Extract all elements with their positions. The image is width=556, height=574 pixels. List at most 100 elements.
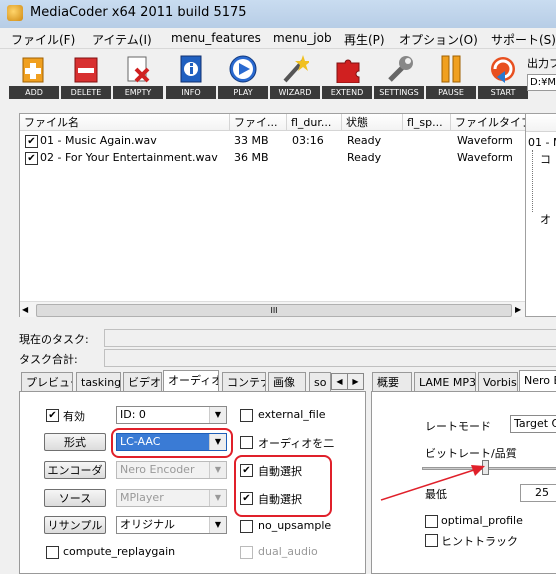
menu-play[interactable]: 再生(P) [344, 31, 385, 48]
external-file-checkbox[interactable] [240, 409, 253, 422]
tab-container[interactable]: コンテナ [222, 372, 266, 391]
row-filetype: Waveform [457, 134, 513, 147]
column-filetype[interactable]: ファイルタイプ [451, 114, 526, 131]
menu-item[interactable]: アイテム(I) [92, 31, 152, 48]
menu-job[interactable]: menu_job [273, 31, 332, 45]
auto-select-label-1: 自動選択 [258, 465, 302, 478]
tab-preview[interactable]: プレビュー [21, 372, 73, 391]
resample-button[interactable]: リサンプル [44, 516, 106, 534]
tab-image[interactable]: 画像 [268, 372, 306, 391]
tree-item[interactable]: 01 - M [528, 136, 556, 149]
auto-select-checkbox-2[interactable]: ✔ [240, 492, 253, 505]
encoder-value: Nero Encoder [120, 463, 195, 476]
tab-vorbis[interactable]: Vorbis [478, 372, 518, 391]
info-icon [180, 55, 202, 83]
add-button[interactable]: ADD [9, 51, 59, 99]
rate-mode-label: レートモード [425, 420, 491, 433]
play-button[interactable]: PLAY [218, 51, 268, 99]
menu-file[interactable]: ファイル(F) [11, 31, 75, 48]
column-state[interactable]: 状態 [342, 114, 403, 131]
tab-scroll-right-icon[interactable]: ▶ [347, 373, 364, 390]
output-folder-label: 出力フ [527, 57, 556, 70]
pause-button[interactable]: PAUSE [426, 51, 476, 99]
info-button[interactable]: INFO [166, 51, 216, 99]
external-file-label: external_file [258, 408, 326, 421]
tab-so[interactable]: so [309, 372, 331, 391]
tab-video[interactable]: ビデオ [123, 372, 162, 391]
dual-audio-checkbox[interactable] [240, 546, 253, 559]
encoder-select[interactable]: Nero Encoder ▼ [116, 461, 227, 479]
auto-select-label-2: 自動選択 [258, 493, 302, 506]
wizard-icon [283, 55, 309, 83]
resample-value: オリジナル [120, 518, 175, 531]
resample-select[interactable]: オリジナル ▼ [116, 516, 227, 534]
menu-support[interactable]: サポート(S) [491, 31, 556, 48]
table-row[interactable]: ✔ 01 - Music Again.wav 33 MB 03:16 Ready… [20, 132, 526, 149]
hint-track-checkbox[interactable] [425, 534, 438, 547]
optimal-profile-checkbox[interactable] [425, 515, 438, 528]
empty-icon [127, 56, 150, 83]
audio-id-select[interactable]: ID: 0 ▼ [116, 406, 227, 424]
title-bar: MediaCoder x64 2011 build 5175 [0, 0, 556, 28]
chevron-down-icon[interactable]: ▼ [209, 517, 226, 533]
audio-only-checkbox[interactable] [240, 436, 253, 449]
encoder-button[interactable]: エンコーダ [44, 461, 106, 479]
dual-audio-label: dual_audio [258, 545, 318, 558]
file-list[interactable]: ファイル名 ファイ... fl_dur... 状態 fl_sp... ファイルタ… [19, 113, 527, 317]
row-filetype: Waveform [457, 151, 513, 164]
total-task-label: タスク合計: [19, 353, 78, 366]
row-checkbox[interactable]: ✔ [25, 135, 38, 148]
start-label: START [490, 88, 516, 97]
format-button[interactable]: 形式 [44, 433, 106, 451]
property-tree[interactable]: 01 - M コ オ [525, 113, 556, 317]
menu-features[interactable]: menu_features [171, 31, 261, 45]
column-speed[interactable]: fl_sp... [403, 114, 451, 131]
column-filename[interactable]: ファイル名 [20, 114, 230, 131]
current-task-row: 現在のタスク: [19, 329, 556, 347]
compute-replaygain-checkbox[interactable] [46, 546, 59, 559]
output-folder-input[interactable]: D:¥M [527, 74, 556, 91]
column-size[interactable]: ファイ... [230, 114, 287, 131]
add-label: ADD [25, 88, 43, 97]
tab-overview[interactable]: 概要 [372, 372, 412, 391]
table-row[interactable]: ✔ 02 - For Your Entertainment.wav 36 MB … [20, 149, 526, 166]
annotation-arrow [380, 465, 485, 501]
tab-scroll-left-icon[interactable]: ◀ [331, 373, 348, 390]
source-select[interactable]: MPlayer ▼ [116, 489, 227, 507]
column-duration[interactable]: fl_dur... [287, 114, 342, 131]
rate-mode-select[interactable]: Target Q [510, 415, 556, 433]
wizard-button[interactable]: WIZARD [270, 51, 320, 99]
menu-bar: ファイル(F) アイテム(I) menu_features menu_job 再… [0, 28, 556, 49]
settings-label: SETTINGS [379, 88, 419, 97]
settings-button[interactable]: SETTINGS [374, 51, 424, 99]
chevron-down-icon[interactable]: ▼ [209, 407, 226, 423]
start-button[interactable]: START [478, 51, 528, 99]
tab-lame-mp3[interactable]: LAME MP3 [414, 372, 476, 391]
scroll-thumb[interactable]: III [36, 304, 512, 317]
current-task-progress [104, 329, 556, 347]
toolbar: ADD DELETE EMPTY INFO PLAY WIZARD EXTEND SETTIN… [0, 49, 556, 103]
scroll-right-icon[interactable]: ▶ [515, 305, 521, 314]
row-checkbox[interactable]: ✔ [25, 152, 38, 165]
tree-item[interactable]: コ [540, 151, 551, 167]
horizontal-scrollbar[interactable]: ◀ III ▶ [20, 301, 526, 317]
auto-select-checkbox-1[interactable]: ✔ [240, 464, 253, 477]
tab-nero[interactable]: Nero E [519, 370, 556, 392]
pause-icon [441, 55, 461, 83]
output-folder: 出力フ D:¥M [527, 55, 556, 95]
scroll-left-icon[interactable]: ◀ [22, 305, 28, 314]
no-upsample-label: no_upsample [258, 519, 332, 532]
tab-audio[interactable]: オーディオ [163, 370, 219, 392]
tree-item[interactable]: オ [540, 211, 551, 227]
no-upsample-checkbox[interactable] [240, 520, 253, 533]
enabled-checkbox[interactable]: ✔ [46, 409, 59, 422]
extend-button[interactable]: EXTEND [322, 51, 372, 99]
delete-button[interactable]: DELETE [61, 51, 111, 99]
source-button[interactable]: ソース [44, 489, 106, 507]
empty-button[interactable]: EMPTY [113, 51, 163, 99]
min-value-input[interactable]: 25 [520, 484, 556, 502]
tab-tasking[interactable]: tasking [76, 372, 121, 391]
menu-options[interactable]: オプション(O) [399, 31, 478, 48]
row-filename: 02 - For Your Entertainment.wav [40, 151, 218, 164]
add-icon [22, 57, 44, 83]
